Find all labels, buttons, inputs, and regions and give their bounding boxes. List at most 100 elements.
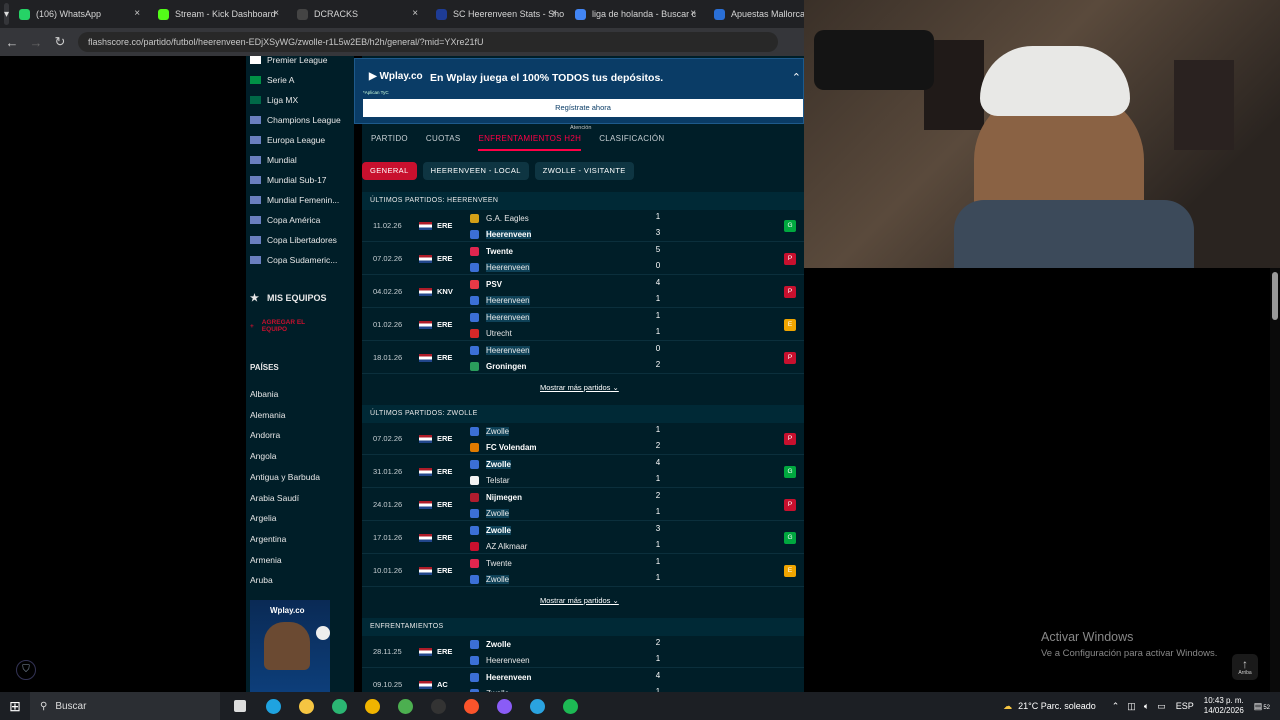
tray-extra-icon[interactable]: ▭: [1157, 701, 1166, 712]
filter-pill[interactable]: ZWOLLE - VISITANTE: [534, 162, 634, 180]
home-score: 0: [655, 344, 661, 353]
filter-pill[interactable]: GENERAL: [362, 162, 417, 180]
sidebar-league-item[interactable]: Mundial: [250, 152, 297, 168]
show-more-link[interactable]: Mostrar más partidos ⌄: [540, 383, 619, 392]
edge-beta-icon[interactable]: [326, 692, 352, 720]
obs-icon[interactable]: [425, 692, 451, 720]
brave-icon[interactable]: [458, 692, 484, 720]
league-label: Champions League: [267, 115, 341, 125]
browser-tab[interactable]: SC Heerenveen Stats - Sho ×: [426, 0, 565, 28]
wplay-ad-banner[interactable]: ▶ Wplay.co En Wplay juega el 100% TODOS …: [354, 58, 804, 124]
close-tab-icon[interactable]: ×: [134, 8, 140, 19]
tab-match-0[interactable]: PARTIDO: [371, 134, 408, 143]
tab-match-2[interactable]: ENFRENTAMIENTOS H2H: [478, 134, 581, 151]
browser-tab[interactable]: Stream - Kick Dashboard ×: [148, 0, 287, 28]
home-team: Twente: [470, 244, 513, 258]
home-team-crest-icon: [470, 213, 479, 223]
sidebar-league-item[interactable]: Mundial Sub-17: [250, 172, 327, 188]
filter-pill[interactable]: HEERENVEEN - LOCAL: [422, 162, 529, 180]
privacy-shield-icon[interactable]: ⛉: [16, 660, 36, 680]
notifications-icon[interactable]: ▤52: [1254, 701, 1270, 712]
close-tab-icon[interactable]: ×: [690, 8, 696, 19]
back-icon[interactable]: ←: [0, 35, 24, 50]
match-row[interactable]: 17.01.26 ERE Zwolle 3 AZ Alkmaar 1 G: [362, 522, 804, 554]
match-row[interactable]: 07.02.26 ERE Zwolle 1 FC Volendam 2 P: [362, 423, 804, 455]
sidebar-country-item[interactable]: Angola: [250, 448, 276, 464]
taskbar-search[interactable]: ⚲ Buscar: [30, 692, 220, 720]
clock[interactable]: 10:43 p. m. 14/02/2026: [1204, 696, 1244, 716]
spotify-icon[interactable]: [557, 692, 583, 720]
sidebar-country-item[interactable]: Antigua y Barbuda: [250, 469, 320, 485]
volume-icon[interactable]: 🔈︎: [1144, 701, 1149, 712]
browser-tab[interactable]: DCRACKS ×: [287, 0, 426, 28]
sidebar-country-item[interactable]: Argentina: [250, 531, 286, 547]
sidebar-country-item[interactable]: Albania: [250, 386, 278, 402]
sidebar-league-item[interactable]: Copa Sudameric...: [250, 252, 337, 268]
away-team-name: Heerenveen: [486, 295, 530, 305]
tab-match-3[interactable]: CLASIFICACIÓN: [599, 134, 664, 143]
sidebar-country-item[interactable]: Argelia: [250, 510, 276, 526]
chevron-up-tray-icon[interactable]: ⌃: [1112, 701, 1120, 712]
match-row[interactable]: 11.02.26 ERE G.A. Eagles 1 Heerenveen 3 G: [362, 210, 804, 242]
wplay-sidebar-banner[interactable]: Wplay.co: [250, 600, 330, 692]
match-row[interactable]: 07.02.26 ERE Twente 5 Heerenveen 0 P: [362, 243, 804, 275]
league-label: Copa Sudameric...: [267, 255, 338, 265]
sidebar-league-item[interactable]: Europa League: [250, 132, 325, 148]
match-row[interactable]: 01.02.26 ERE Heerenveen 1 Utrecht 1 E: [362, 309, 804, 341]
scroll-top-button[interactable]: ↑ Arriba: [1232, 654, 1258, 680]
close-tab-icon[interactable]: ×: [551, 8, 557, 19]
sidebar-league-item[interactable]: Serie A: [250, 72, 294, 88]
match-row[interactable]: 18.01.26 ERE Heerenveen 0 Groningen 2 P: [362, 342, 804, 374]
add-team-link[interactable]: + AGREGAR EL EQUIPO: [250, 318, 330, 334]
section-header: ENFRENTAMIENTOS: [362, 618, 804, 636]
sidebar-league-item[interactable]: Copa Libertadores: [250, 232, 337, 248]
close-tab-icon[interactable]: ×: [412, 8, 418, 19]
match-row[interactable]: 24.01.26 ERE Nijmegen 2 Zwolle 1 P: [362, 489, 804, 521]
competition-label: ERE: [437, 434, 453, 443]
sidebar-country-item[interactable]: Alemania: [250, 407, 285, 423]
tab-match-1[interactable]: CUOTAS: [426, 134, 461, 143]
telegram-icon[interactable]: [524, 692, 550, 720]
chevron-down-icon: ⌄: [610, 383, 619, 392]
sidebar-country-item[interactable]: Aruba: [250, 572, 273, 588]
close-tab-icon[interactable]: ×: [273, 8, 279, 19]
match-row[interactable]: 28.11.25 ERE Zwolle 2 Heerenveen 1: [362, 636, 804, 668]
reload-icon[interactable]: ↻: [48, 34, 72, 50]
windows-start-icon[interactable]: ⊞: [0, 692, 30, 720]
sidebar-country-item[interactable]: Arabia Saudí: [250, 490, 299, 506]
home-team-name: Heerenveen: [486, 312, 530, 322]
task-view-icon[interactable]: [227, 692, 253, 720]
browser-tab[interactable]: (106) WhatsApp ×: [9, 0, 148, 28]
forward-icon[interactable]: →: [24, 35, 48, 50]
discord-icon[interactable]: [491, 692, 517, 720]
language-indicator[interactable]: ESP: [1176, 701, 1194, 711]
sidebar-league-item[interactable]: Mundial Femenin...: [250, 192, 339, 208]
page-scrollbar[interactable]: [1270, 268, 1280, 692]
chevron-up-icon[interactable]: ⌃: [792, 71, 801, 84]
chrome-icon[interactable]: [392, 692, 418, 720]
home-team: Heerenveen: [470, 310, 530, 324]
sidebar-league-item[interactable]: Liga MX: [250, 92, 298, 108]
network-icon[interactable]: ◫: [1127, 701, 1136, 712]
scroll-thumb[interactable]: [1272, 272, 1278, 320]
match-row[interactable]: 10.01.26 ERE Twente 1 Zwolle 1 E: [362, 555, 804, 587]
weather-text[interactable]: 21°C Parc. soleado: [1018, 701, 1096, 711]
match-row[interactable]: 31.01.26 ERE Zwolle 4 Telstar 1 G: [362, 456, 804, 488]
edge-icon[interactable]: [260, 692, 286, 720]
result-badge: E: [784, 565, 796, 577]
sidebar-country-item[interactable]: Andorra: [250, 427, 280, 443]
file-explorer-icon[interactable]: [293, 692, 319, 720]
match-row[interactable]: 04.02.26 KNV PSV 4 Heerenveen 1 P: [362, 276, 804, 308]
sidebar-league-item[interactable]: Champions League: [250, 112, 341, 128]
url-field[interactable]: flashscore.co/partido/futbol/heerenveen-…: [78, 32, 778, 52]
show-more-link[interactable]: Mostrar más partidos ⌄: [540, 596, 619, 605]
register-button[interactable]: Regístrate ahora: [363, 99, 803, 117]
sidebar-league-item[interactable]: Copa América: [250, 212, 320, 228]
away-team-name: Heerenveen: [486, 655, 530, 665]
league-flag-icon: [250, 256, 261, 264]
sidebar-country-item[interactable]: Armenia: [250, 552, 282, 568]
chrome-canary-icon[interactable]: [359, 692, 385, 720]
browser-tab[interactable]: liga de holanda - Buscar c ×: [565, 0, 704, 28]
sidebar-league-item[interactable]: Premier League: [250, 52, 327, 68]
weather-icon[interactable]: ☁: [1003, 701, 1012, 712]
